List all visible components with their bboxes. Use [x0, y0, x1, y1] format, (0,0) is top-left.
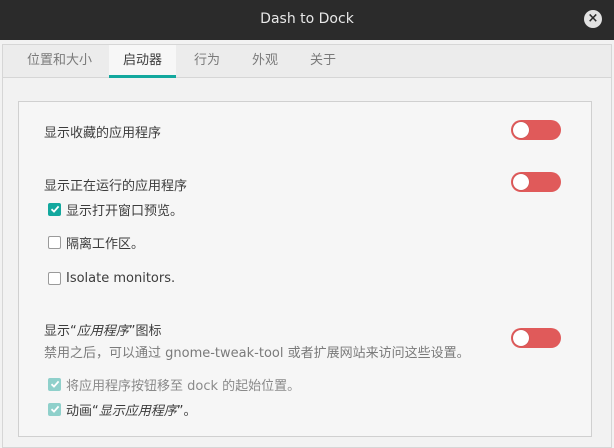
close-icon: ×	[587, 11, 599, 26]
animate-label-prefix: 动画“	[66, 403, 99, 419]
apps-at-top-option[interactable]: 将应用程序按钮移至 dock 的起始位置。	[48, 375, 301, 394]
tab-position-and-size[interactable]: 位置和大小	[13, 45, 106, 77]
settings-notebook: 位置和大小 启动器 行为 外观 关于 显示收藏的应用程序 显示正在运行的应用程序	[2, 44, 612, 448]
close-button[interactable]: ×	[584, 10, 602, 28]
window-title: Dash to Dock	[260, 11, 354, 27]
checkmark-icon	[50, 205, 59, 213]
show-preview-checkbox[interactable]	[48, 202, 61, 216]
isolate-monitors-option[interactable]: Isolate monitors.	[48, 269, 175, 287]
launchers-settings-panel: 显示收藏的应用程序 显示正在运行的应用程序 显示打开窗口预览。 隔离工作区。 I…	[18, 101, 592, 437]
isolate-workspaces-checkbox[interactable]	[48, 235, 61, 249]
tab-launchers[interactable]: 启动器	[109, 45, 177, 78]
show-favorites-toggle[interactable]	[511, 120, 561, 140]
isolate-monitors-checkbox[interactable]	[48, 271, 61, 285]
preferences-window: Dash to Dock × 位置和大小 启动器 行为 外观 关于 显示收藏的应…	[0, 0, 614, 448]
animate-show-apps-label: 动画“显示应用程序”。	[66, 400, 197, 419]
isolate-workspaces-label: 隔离工作区。	[66, 236, 145, 252]
title-bar[interactable]: Dash to Dock ×	[0, 0, 614, 40]
isolate-monitors-label: Isolate monitors.	[66, 270, 176, 286]
show-preview-option[interactable]: 显示打开窗口预览。	[48, 200, 184, 219]
tab-behavior[interactable]: 行为	[180, 45, 234, 77]
show-apps-icon-label: 显示“应用程序”图标	[44, 320, 162, 339]
animate-show-apps-option[interactable]: 动画“显示应用程序”。	[48, 400, 197, 419]
show-apps-icon-description: 禁用之后，可以通过 gnome-tweak-tool 或者扩展网站来访问这些设置…	[44, 346, 470, 361]
toggle-knob	[513, 330, 529, 346]
show-preview-label: 显示打开窗口预览。	[66, 203, 184, 219]
tab-appearance[interactable]: 外观	[238, 45, 292, 77]
show-apps-label-prefix: 显示“	[44, 324, 77, 339]
tab-about[interactable]: 关于	[296, 45, 350, 77]
apps-at-top-label: 将应用程序按钮移至 dock 的起始位置。	[66, 378, 301, 394]
show-running-label: 显示正在运行的应用程序	[44, 179, 188, 194]
show-apps-label-suffix: ”图标	[128, 324, 162, 339]
apps-at-top-checkbox[interactable]	[48, 377, 61, 391]
isolate-workspaces-option[interactable]: 隔离工作区。	[48, 233, 145, 252]
toggle-knob	[513, 174, 529, 190]
tab-bar: 位置和大小 启动器 行为 外观 关于	[3, 45, 611, 78]
show-favorites-label: 显示收藏的应用程序	[44, 126, 162, 141]
animate-show-apps-checkbox[interactable]	[48, 402, 61, 416]
show-running-toggle[interactable]	[511, 172, 561, 192]
animate-label-italic: 显示应用程序	[98, 403, 177, 419]
checkmark-icon	[50, 405, 59, 413]
checkmark-icon	[50, 380, 59, 388]
animate-label-suffix: ”。	[176, 403, 197, 419]
show-apps-label-italic: 应用程序	[76, 324, 129, 339]
show-apps-icon-toggle[interactable]	[511, 328, 561, 348]
toggle-knob	[513, 122, 529, 138]
